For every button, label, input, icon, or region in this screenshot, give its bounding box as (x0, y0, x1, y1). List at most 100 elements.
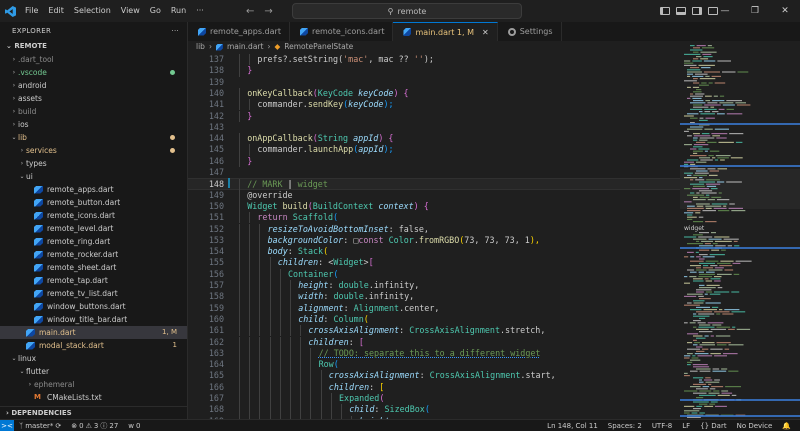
encoding[interactable]: UTF-8 (647, 420, 677, 431)
tree-item[interactable]: › ephemeral (0, 378, 187, 391)
chevron-right-icon: › (28, 381, 32, 388)
minimap-code-stroke (728, 344, 744, 346)
menu-item[interactable]: View (116, 0, 145, 22)
tree-item[interactable]: › .vscode (0, 66, 187, 79)
code-token: { (423, 200, 429, 211)
tree-item[interactable]: ⌄ flutter (0, 365, 187, 378)
command-center-search[interactable]: ⚲ remote (292, 3, 522, 19)
info-icon: ⓘ (100, 421, 108, 430)
minimap-code-stroke (710, 401, 718, 403)
tree-item[interactable]: window_title_bar.dart (0, 313, 187, 326)
editor-tab[interactable]: main.dart 1, M ✕ (393, 22, 498, 42)
menu-item[interactable]: Go (145, 0, 166, 22)
code-token: @override (247, 189, 293, 200)
tree-item[interactable]: › .dart_tool (0, 53, 187, 66)
toggle-primary-sidebar-icon[interactable] (660, 7, 670, 15)
tree-item[interactable]: ⌄ linux (0, 352, 187, 365)
tree-item[interactable]: M CMakeLists.txt (0, 391, 187, 404)
line-ending[interactable]: LF (677, 420, 695, 431)
tree-item[interactable]: remote_ring.dart (0, 235, 187, 248)
menu-item[interactable]: Selection (69, 0, 116, 22)
tree-item[interactable]: remote_level.dart (0, 222, 187, 235)
tree-item[interactable]: ⌄ ui (0, 170, 187, 183)
tree-item[interactable]: › ios (0, 118, 187, 131)
tree-item[interactable]: main.dart 1, M (0, 326, 187, 339)
workspace-section-header[interactable]: ⌄ REMOTE (0, 40, 187, 53)
tree-item[interactable]: modal_stack.dart 1 (0, 339, 187, 352)
breadcrumb-symbol[interactable]: RemotePanelState (284, 41, 353, 53)
tree-item-label: remote_apps.dart (47, 185, 114, 194)
minimap[interactable]: widget (680, 41, 800, 419)
indentation[interactable]: Spaces: 2 (603, 420, 647, 431)
tree-item[interactable]: remote_button.dart (0, 196, 187, 209)
indent-guide (290, 359, 291, 371)
device-selector[interactable]: No Device (732, 420, 778, 431)
minimap-code-stroke (731, 311, 746, 313)
tree-item[interactable]: › assets (0, 92, 187, 105)
line-number: 161 (208, 325, 224, 336)
tree-item[interactable]: › services (0, 144, 187, 157)
tree-item[interactable]: › build (0, 105, 187, 118)
remote-indicator[interactable]: >< (0, 419, 14, 431)
breadcrumb-file[interactable]: main.dart (227, 41, 264, 53)
language-mode[interactable]: {} Dart (695, 420, 731, 431)
breadcrumb: lib › main.dart › ◆ RemotePanelState (188, 41, 678, 53)
tree-item[interactable]: remote_sheet.dart (0, 261, 187, 274)
warning-count: 3 (93, 421, 99, 430)
editor-tab[interactable]: remote_apps.dart (188, 22, 290, 41)
close-tab-icon[interactable]: ✕ (482, 23, 489, 42)
toggle-secondary-sidebar-icon[interactable] (692, 7, 702, 15)
editor-tab[interactable]: remote_icons.dart (290, 22, 394, 41)
toggle-panel-icon[interactable] (676, 7, 686, 15)
tree-item[interactable]: remote_rocker.dart (0, 248, 187, 261)
minimap-code-stroke (705, 75, 710, 77)
code-text: commander.launchApp(appId); (257, 144, 393, 155)
branch-indicator[interactable]: ᛉ master* ⟳ (14, 420, 66, 431)
tree-item[interactable]: › types (0, 157, 187, 170)
minimize-icon[interactable]: — (710, 6, 740, 16)
tree-item[interactable]: window_buttons.dart (0, 300, 187, 313)
tree-item-label: ui (26, 172, 33, 181)
minimap-viewport-slider[interactable] (680, 169, 800, 209)
tree-item[interactable]: remote_icons.dart (0, 209, 187, 222)
ports-indicator[interactable]: w 0 (123, 420, 145, 431)
tree-item[interactable]: remote_apps.dart (0, 183, 187, 196)
code-editor[interactable]: 137 prefs?.setString('mac', mac ?? ''); 13… (188, 53, 680, 419)
dart-file-icon (34, 211, 43, 220)
close-icon[interactable]: ✕ (770, 6, 800, 16)
minimap-code-stroke (722, 313, 734, 315)
back-arrow-icon[interactable]: ← (246, 6, 254, 17)
minimap-code-stroke (684, 60, 691, 62)
minimap-code-stroke (701, 133, 710, 135)
more-actions-icon[interactable]: ··· (171, 22, 179, 40)
menu-item[interactable]: ··· (191, 0, 209, 22)
tab-settings[interactable]: Settings (498, 22, 562, 41)
menu-item[interactable]: Run (166, 0, 191, 22)
restore-icon[interactable]: ❐ (740, 6, 770, 16)
tree-item[interactable]: ⌄ lib (0, 131, 187, 144)
minimap-code-stroke (704, 405, 714, 407)
menu-item[interactable]: File (20, 0, 43, 22)
notifications-bell-icon[interactable]: 🔔 (777, 420, 796, 431)
breadcrumb-folder[interactable]: lib (196, 41, 205, 53)
forward-arrow-icon[interactable]: → (264, 6, 272, 17)
tree-item-label: assets (18, 94, 42, 103)
indent-guide (239, 246, 240, 258)
indent-guide (239, 155, 240, 167)
minimap-code-stroke (687, 293, 703, 295)
code-text: Widget build(BuildContext context) { (247, 201, 429, 212)
tree-item[interactable]: › android (0, 79, 187, 92)
code-token: // MARK (247, 179, 288, 190)
minimap-code-stroke (714, 355, 727, 357)
chevron-right-icon: › (6, 409, 9, 417)
minimap-code-stroke (687, 73, 693, 75)
menu-item[interactable]: Edit (43, 0, 69, 22)
minimap-code-stroke (734, 245, 740, 247)
problems-indicator[interactable]: ⊗ 0 ⚠ 3 ⓘ 27 (66, 420, 123, 431)
cursor-position[interactable]: Ln 148, Col 11 (542, 420, 603, 431)
dependencies-section-header[interactable]: › DEPENDENCIES (0, 406, 187, 419)
tree-item[interactable]: remote_tap.dart (0, 274, 187, 287)
line-number: 146 (208, 155, 224, 166)
tree-item[interactable]: remote_tv_list.dart (0, 287, 187, 300)
indent-guide (269, 268, 271, 280)
